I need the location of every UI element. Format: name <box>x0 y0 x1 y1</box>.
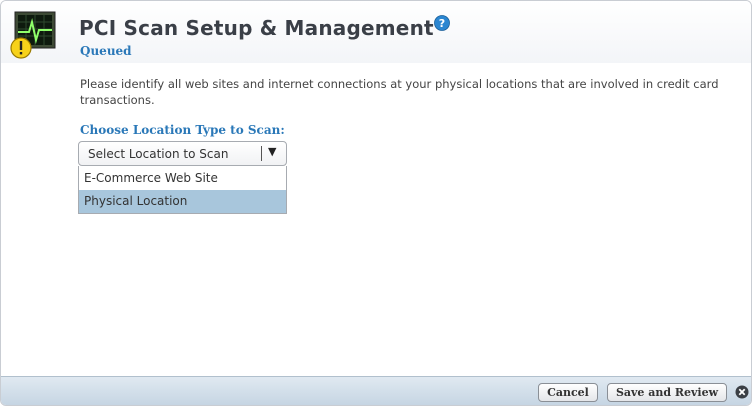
option-ecommerce-web-site[interactable]: E-Commerce Web Site <box>79 167 286 190</box>
page-title: PCI Scan Setup & Management <box>79 16 434 40</box>
svg-text:?: ? <box>439 17 445 30</box>
panel-header: PCI Scan Setup & Management ? Queued <box>1 1 751 63</box>
close-icon[interactable] <box>735 385 749 399</box>
select-divider <box>261 146 262 161</box>
scan-setup-panel: PCI Scan Setup & Management ? Queued Ple… <box>0 0 752 406</box>
location-dropdown-list: E-Commerce Web Site Physical Location <box>78 166 287 214</box>
cancel-button[interactable]: Cancel <box>538 383 598 402</box>
help-icon[interactable]: ? <box>434 15 450 31</box>
status-label: Queued <box>80 44 132 58</box>
select-value: Select Location to Scan <box>88 147 229 161</box>
location-type-label: Choose Location Type to Scan: <box>80 123 285 137</box>
panel-footer: Cancel Save and Review <box>1 376 751 405</box>
save-and-review-button[interactable]: Save and Review <box>607 383 727 402</box>
description-text: Please identify all web sites and intern… <box>80 77 719 107</box>
monitor-warning-icon <box>10 11 56 59</box>
option-physical-location[interactable]: Physical Location <box>79 190 286 213</box>
dropdown-arrow-icon[interactable]: ▼ <box>268 145 276 158</box>
location-type-select[interactable]: Select Location to Scan ▼ <box>78 141 287 166</box>
